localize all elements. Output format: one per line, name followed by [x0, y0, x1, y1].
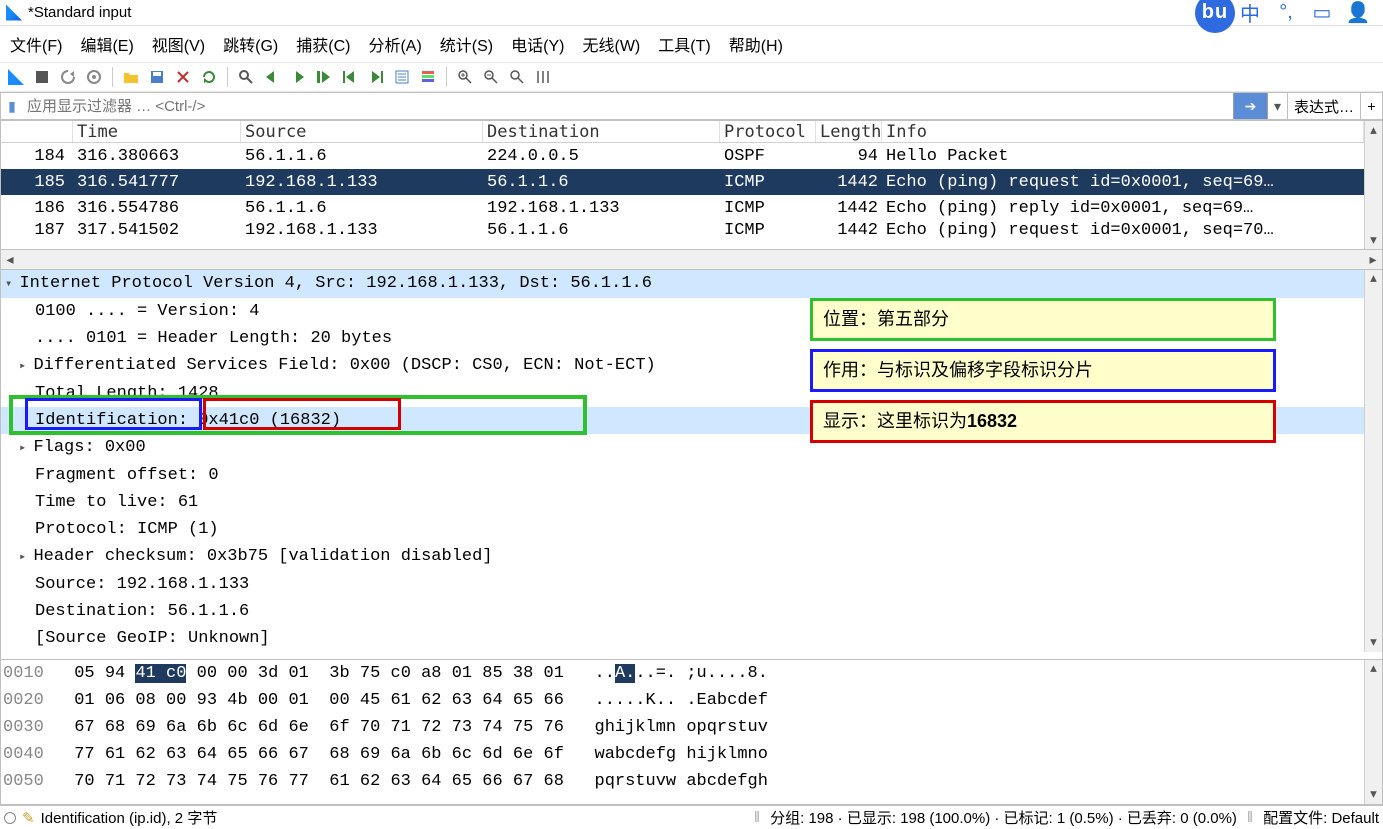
colorize-icon[interactable]: [416, 65, 440, 89]
wireshark-icon: [6, 5, 22, 21]
go-last-icon[interactable]: [364, 65, 388, 89]
status-profile[interactable]: 配置文件: Default: [1263, 807, 1379, 828]
annotation-display: 显示：这里标识为16832: [810, 400, 1276, 443]
expression-button[interactable]: 表达式…: [1287, 93, 1360, 119]
menu-analyze[interactable]: 分析(A): [366, 30, 423, 58]
save-icon[interactable]: [145, 65, 169, 89]
resize-columns-icon[interactable]: [531, 65, 555, 89]
hex-row[interactable]: 0050 70 71 72 73 74 75 76 77 61 62 63 64…: [1, 768, 1364, 795]
menu-wireless[interactable]: 无线(W): [580, 30, 642, 58]
ime-icon[interactable]: 中: [1237, 0, 1263, 26]
go-back-icon[interactable]: [260, 65, 284, 89]
menu-file[interactable]: 文件(F): [8, 30, 64, 58]
tray-icons: 中 °, ▭ 👤: [1237, 0, 1377, 26]
window-title: *Standard input: [28, 4, 131, 21]
col-time[interactable]: Time: [73, 121, 241, 142]
packet-bytes[interactable]: 0010 05 94 41 c0 00 00 3d 01 3b 75 c0 a8…: [0, 660, 1383, 805]
close-icon[interactable]: [171, 65, 195, 89]
annotation-role: 作用：与标识及偏移字段标识分片: [810, 349, 1276, 392]
details-vscroll[interactable]: ▴▾: [1364, 270, 1382, 652]
packet-row[interactable]: 184316.38066356.1.1.6224.0.0.5OSPF94Hell…: [1, 143, 1364, 169]
start-capture-icon[interactable]: [4, 65, 28, 89]
annotation-position: 位置：第五部分: [810, 298, 1276, 341]
col-no[interactable]: [1, 121, 73, 142]
detail-protocol[interactable]: Protocol: ICMP (1): [1, 516, 1364, 543]
display-icon[interactable]: ▭: [1309, 0, 1335, 26]
packet-row[interactable]: 187317.541502192.168.1.13356.1.1.6ICMP14…: [1, 221, 1364, 241]
display-filter-input[interactable]: [23, 96, 1233, 117]
filter-dropdown-icon[interactable]: ▾: [1267, 93, 1287, 119]
zoom-in-icon[interactable]: [453, 65, 477, 89]
detail-destination[interactable]: Destination: 56.1.1.6: [1, 598, 1364, 625]
packet-row[interactable]: 186316.55478656.1.1.6192.168.1.133ICMP14…: [1, 195, 1364, 221]
col-length[interactable]: Length: [816, 121, 882, 142]
col-protocol[interactable]: Protocol: [720, 121, 816, 142]
packet-list[interactable]: Time Source Destination Protocol Length …: [0, 120, 1383, 250]
menubar: 文件(F) 编辑(E) 视图(V) 跳转(G) 捕获(C) 分析(A) 统计(S…: [0, 26, 1383, 62]
reload-icon[interactable]: [197, 65, 221, 89]
col-info[interactable]: Info: [882, 121, 1364, 142]
packet-details[interactable]: Internet Protocol Version 4, Src: 192.16…: [0, 270, 1383, 660]
stop-capture-icon[interactable]: [30, 65, 54, 89]
hex-row[interactable]: 0040 77 61 62 63 64 65 66 67 68 69 6a 6b…: [1, 741, 1364, 768]
menu-tools[interactable]: 工具(T): [656, 30, 712, 58]
capture-options-icon[interactable]: [82, 65, 106, 89]
menu-statistics[interactable]: 统计(S): [438, 30, 495, 58]
packet-row[interactable]: 185316.541777192.168.1.13356.1.1.6ICMP14…: [1, 169, 1364, 195]
menu-go[interactable]: 跳转(G): [221, 30, 280, 58]
menu-capture[interactable]: 捕获(C): [294, 30, 352, 58]
titlebar: *Standard input bu 中 °, ▭ 👤: [0, 0, 1383, 26]
menu-help[interactable]: 帮助(H): [727, 30, 785, 58]
menu-telephony[interactable]: 电话(Y): [509, 30, 566, 58]
detail-source[interactable]: Source: 192.168.1.133: [1, 571, 1364, 598]
bookmark-icon[interactable]: ▮: [1, 98, 23, 115]
user-icon[interactable]: 👤: [1345, 0, 1371, 26]
go-first-icon[interactable]: [338, 65, 362, 89]
detail-ttl[interactable]: Time to live: 61: [1, 489, 1364, 516]
hex-row[interactable]: 0010 05 94 41 c0 00 00 3d 01 3b 75 c0 a8…: [1, 660, 1364, 687]
open-icon[interactable]: [119, 65, 143, 89]
statusbar: ✎ Identification (ip.id), 2 字节 ‖ 分组: 198…: [0, 805, 1383, 829]
packet-list-hscroll[interactable]: ◂▸: [0, 250, 1383, 270]
status-packets: 分组: 198 · 已显示: 198 (100.0%) · 已标记: 1 (0.…: [770, 807, 1237, 828]
menu-view[interactable]: 视图(V): [150, 30, 207, 58]
hex-row[interactable]: 0030 67 68 69 6a 6b 6c 6d 6e 6f 70 71 72…: [1, 714, 1364, 741]
hex-vscroll[interactable]: ▴▾: [1364, 660, 1382, 804]
add-filter-button[interactable]: +: [1360, 93, 1382, 119]
annotation-red-box: [203, 398, 401, 430]
zoom-out-icon[interactable]: [479, 65, 503, 89]
go-to-packet-icon[interactable]: [312, 65, 336, 89]
restart-capture-icon[interactable]: [56, 65, 80, 89]
go-forward-icon[interactable]: [286, 65, 310, 89]
punct-icon[interactable]: °,: [1273, 0, 1299, 26]
apply-filter-button[interactable]: ➔: [1233, 93, 1267, 119]
packet-list-vscroll[interactable]: ▴▾: [1364, 121, 1382, 249]
zoom-reset-icon[interactable]: [505, 65, 529, 89]
detail-ipv4-root[interactable]: Internet Protocol Version 4, Src: 192.16…: [1, 270, 1364, 298]
col-source[interactable]: Source: [241, 121, 483, 142]
auto-scroll-icon[interactable]: [390, 65, 414, 89]
detail-header-checksum[interactable]: Header checksum: 0x3b75 [validation disa…: [1, 543, 1364, 571]
filter-bar: ▮ ➔ ▾ 表达式… +: [0, 92, 1383, 120]
col-destination[interactable]: Destination: [483, 121, 720, 142]
edit-icon[interactable]: ✎: [22, 809, 35, 827]
expert-info-icon[interactable]: [4, 812, 16, 824]
menu-edit[interactable]: 编辑(E): [78, 30, 135, 58]
detail-fragment-offset[interactable]: Fragment offset: 0: [1, 462, 1364, 489]
toolbar: [0, 62, 1383, 92]
packet-list-header[interactable]: Time Source Destination Protocol Length …: [1, 121, 1364, 143]
detail-geoip[interactable]: [Source GeoIP: Unknown]: [1, 625, 1364, 652]
annotation-blue-box: [25, 398, 202, 430]
status-field: Identification (ip.id), 2 字节: [41, 807, 218, 828]
hex-row[interactable]: 0020 01 06 08 00 93 4b 00 01 00 45 61 62…: [1, 687, 1364, 714]
find-icon[interactable]: [234, 65, 258, 89]
